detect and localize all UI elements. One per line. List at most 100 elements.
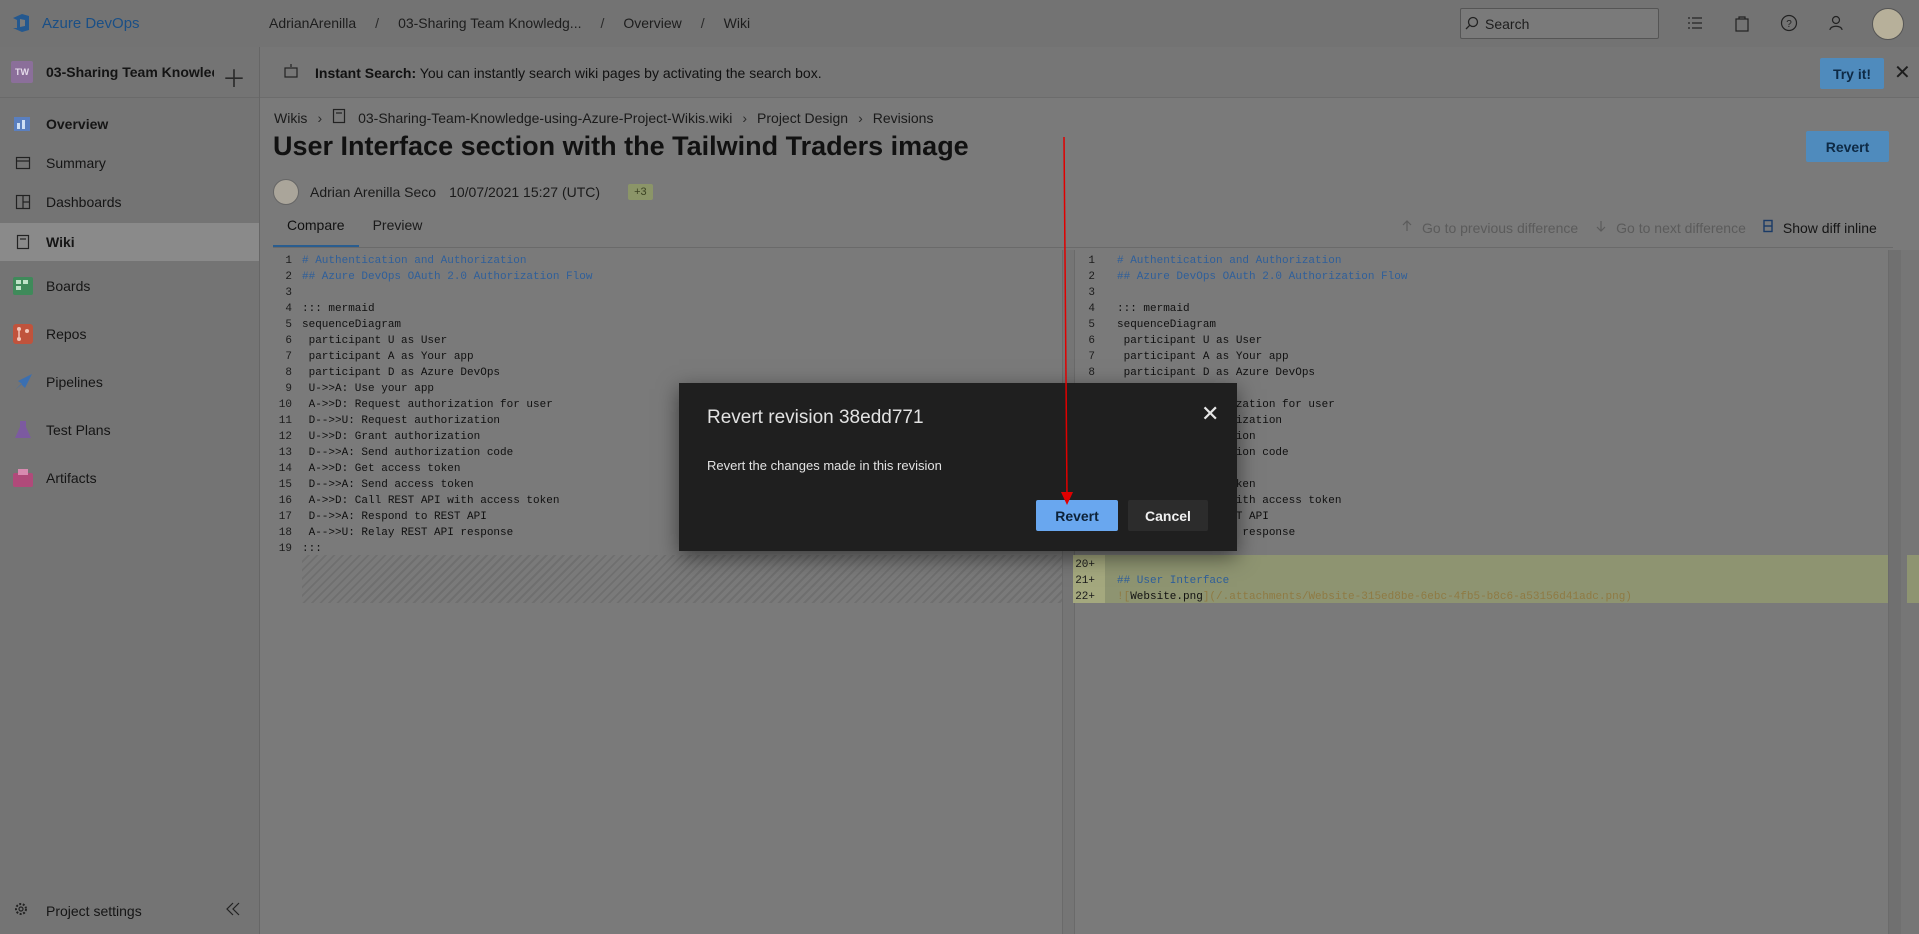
search-input[interactable] (1483, 14, 1647, 33)
crumb-wiki-repo[interactable]: 03-Sharing-Team-Knowledge-using-Azure-Pr… (358, 110, 732, 126)
tab-preview[interactable]: Preview (359, 217, 437, 247)
code-line: A->>D: Request authorization for user (302, 399, 553, 411)
crumb-wikis[interactable]: Wikis (274, 110, 307, 126)
sidebar-item-label: Dashboards (46, 194, 122, 210)
tab-compare[interactable]: Compare (273, 217, 359, 247)
brand-logo[interactable]: Azure DevOps (10, 12, 140, 34)
line-number: 18 (278, 527, 292, 539)
close-icon[interactable]: ✕ (1201, 401, 1219, 427)
crumb-project[interactable]: 03-Sharing Team Knowledg... (398, 15, 581, 31)
code-line: ## Azure DevOps OAuth 2.0 Authorization … (1117, 271, 1408, 283)
code-line: U->>A: Use your app (302, 383, 435, 395)
project-settings-label: Project settings (46, 903, 142, 919)
line-number: 20+ (1075, 559, 1095, 571)
line-number: 9 (285, 383, 292, 395)
line-number: 7 (285, 351, 292, 363)
sidebar-item-test-plans[interactable]: Test Plans (0, 411, 259, 449)
project-header[interactable]: TW 03-Sharing Team Knowledge-using-Azure… (0, 47, 259, 98)
code-line: D-->>A: Send access token (302, 479, 474, 491)
boards-icon (12, 275, 34, 297)
search-box[interactable] (1460, 8, 1659, 39)
line-number: 3 (285, 287, 292, 299)
removed-placeholder (302, 555, 1062, 603)
line-number: 3 (1088, 287, 1095, 299)
code-line: participant U as User (1117, 335, 1263, 347)
arrow-up-icon (1400, 219, 1414, 236)
scroll-thumb[interactable] (1889, 250, 1901, 934)
add-icon[interactable]: ＋ (222, 59, 246, 94)
sidebar-item-wiki[interactable]: Wiki (0, 223, 259, 261)
user-avatar[interactable] (1872, 8, 1904, 40)
banner-bold: Instant Search: (315, 65, 417, 81)
line-number: 16 (278, 495, 292, 507)
diff-pane-modified[interactable]: 1 # Authentication and Authorization 2 ## A… (1073, 250, 1908, 934)
banner-text: Instant Search: You can instantly search… (315, 65, 822, 81)
code-line: ![Website.png](/.attachments/Website-315… (1117, 591, 1632, 603)
crumb-wiki[interactable]: Wiki (724, 15, 750, 31)
project-name: 03-Sharing Team Knowledge-using-Azure-Pr… (46, 64, 214, 80)
crumb-org[interactable]: AdrianArenilla (269, 15, 356, 31)
next-difference-button[interactable]: Go to next difference (1616, 220, 1746, 236)
collapse-icon[interactable] (224, 900, 242, 923)
sidebar-item-summary[interactable]: Summary (0, 144, 259, 182)
pipelines-icon (12, 371, 34, 393)
repos-icon (12, 323, 34, 345)
code-line: ::: mermaid (1117, 303, 1190, 315)
crumb-overview[interactable]: Overview (623, 15, 681, 31)
changes-badge: +3 (628, 184, 653, 200)
user-settings-icon[interactable] (1826, 12, 1848, 34)
line-number: 11 (278, 415, 292, 427)
wiki-icon (12, 231, 34, 253)
line-number: 5 (1088, 319, 1095, 331)
chevron-right-icon: › (317, 109, 323, 126)
line-number: 14 (278, 463, 292, 475)
cancel-button[interactable]: Cancel (1128, 500, 1208, 531)
page-title: User Interface section with the Tailwind… (273, 131, 969, 161)
crumb-page[interactable]: Project Design (757, 110, 848, 126)
line-number: 1 (1088, 255, 1095, 267)
overview-icon (12, 113, 34, 135)
line-number: 15 (278, 479, 292, 491)
crumb-revisions[interactable]: Revisions (873, 110, 934, 126)
diff-pane-original[interactable]: 1 # Authentication and Authorization 2 ## A… (270, 250, 1062, 934)
revert-button[interactable]: Revert (1806, 131, 1889, 162)
sidebar-item-label: Test Plans (46, 422, 111, 438)
diff-overview-marker (1907, 555, 1919, 603)
line-number: 4 (1088, 303, 1095, 315)
try-it-button[interactable]: Try it! (1820, 58, 1884, 89)
code-line: ## User Interface (1117, 575, 1230, 587)
sidebar-item-label: Pipelines (46, 374, 103, 390)
sidebar-item-boards[interactable]: Boards (0, 267, 259, 305)
arrow-down-icon (1594, 219, 1608, 236)
revert-dialog: Revert revision 38edd771 ✕ Revert the ch… (679, 383, 1237, 551)
code-line: ## Azure DevOps OAuth 2.0 Authorization … (302, 271, 593, 283)
header-breadcrumb: AdrianArenilla/03-Sharing Team Knowledg.… (269, 15, 751, 31)
sidebar-item-pipelines[interactable]: Pipelines (0, 363, 259, 401)
help-icon[interactable]: ? (1778, 12, 1800, 34)
sidebar-item-dashboards[interactable]: Dashboards (0, 183, 259, 221)
close-icon[interactable]: ✕ (1894, 60, 1911, 85)
diff-scrollbar[interactable] (1888, 250, 1919, 934)
sidebar-item-overview[interactable]: Overview (0, 105, 259, 143)
list-icon[interactable] (1684, 12, 1706, 34)
line-number: 6 (285, 335, 292, 347)
line-number: 12 (278, 431, 292, 443)
confirm-revert-button[interactable]: Revert (1036, 500, 1118, 531)
show-diff-inline-button[interactable]: Show diff inline (1783, 220, 1877, 236)
line-number: 4 (285, 303, 292, 315)
brand-name: Azure DevOps (42, 14, 140, 32)
tabs-divider (273, 247, 1893, 248)
shopping-bag-icon[interactable] (1731, 12, 1753, 34)
banner-message: You can instantly search wiki pages by a… (416, 65, 822, 81)
line-number: 8 (285, 367, 292, 379)
dialog-message: Revert the changes made in this revision (707, 458, 942, 473)
sidebar-item-repos[interactable]: Repos (0, 315, 259, 353)
code-line: D-->>U: Request authorization (302, 415, 501, 427)
line-number: 10 (278, 399, 292, 411)
sidebar-item-artifacts[interactable]: Artifacts (0, 459, 259, 497)
project-settings[interactable]: Project settings (0, 892, 259, 930)
sidebar-item-label: Repos (46, 326, 87, 342)
code-line: D-->>A: Send authorization code (302, 447, 514, 459)
prev-difference-button[interactable]: Go to previous difference (1422, 220, 1578, 236)
top-bar: Azure DevOps AdrianArenilla/03-Sharing T… (0, 0, 1919, 47)
